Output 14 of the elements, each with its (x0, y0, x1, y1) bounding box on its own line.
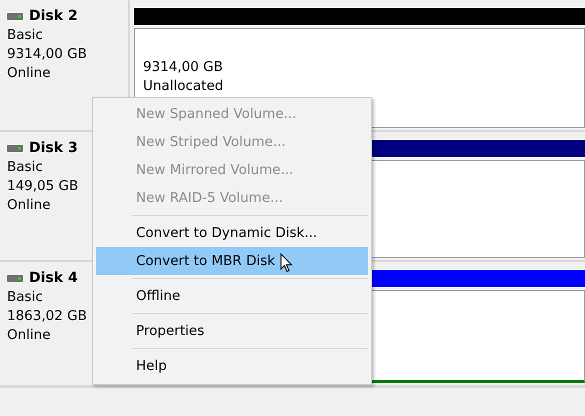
disk-name: Disk 3 (29, 140, 78, 156)
disk-name: Disk 4 (29, 270, 78, 286)
disk-size: 1863,02 GB (7, 308, 88, 324)
disk-status: Online (7, 197, 52, 213)
partition-label: Unallocated (143, 78, 224, 94)
disk-size: 9314,00 GB (7, 46, 88, 62)
disk-type: Basic (7, 289, 44, 305)
disk-size: 149,05 GB (7, 178, 80, 194)
disk-status: Online (7, 65, 52, 81)
disk-status: Online (7, 327, 52, 343)
disk-name: Disk 2 (29, 8, 78, 24)
disk-type: Basic (7, 159, 44, 175)
partition-size: 9314,00 GB (143, 59, 224, 75)
disk-type: Basic (7, 27, 44, 43)
